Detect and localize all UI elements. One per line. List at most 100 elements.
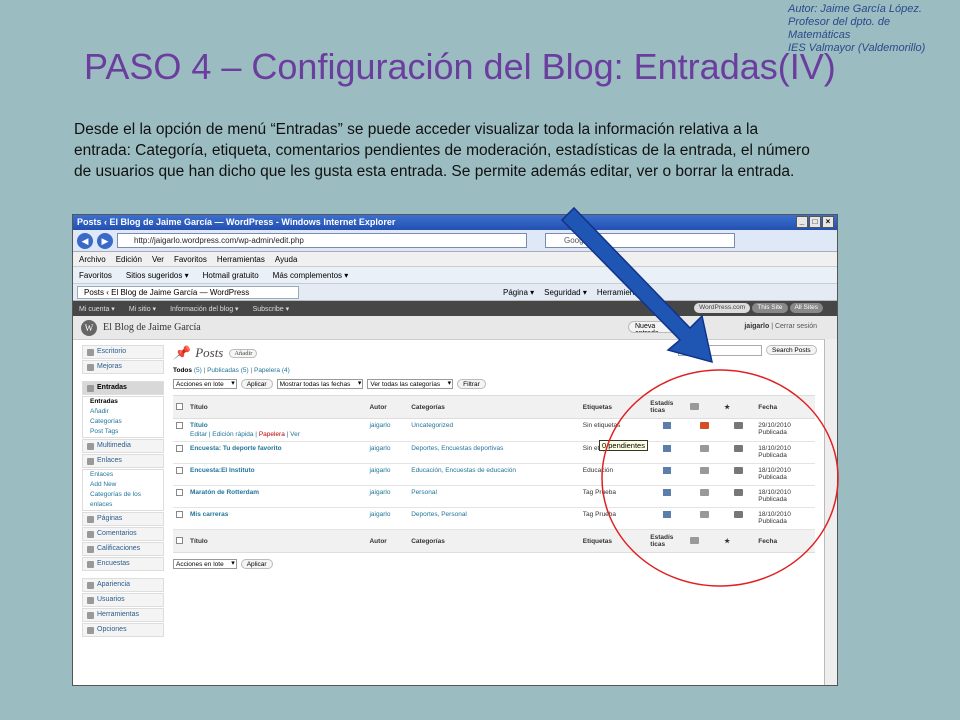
apply-button[interactable]: Aplicar bbox=[240, 559, 273, 569]
blog-name[interactable]: El Blog de Jaime García bbox=[103, 322, 201, 333]
sidebar-item-opciones[interactable]: Opciones bbox=[82, 623, 164, 637]
likes-count-icon[interactable] bbox=[733, 445, 743, 452]
adminbar-this-site[interactable]: This Site bbox=[752, 303, 788, 313]
back-icon[interactable]: ◀ bbox=[77, 232, 93, 249]
submenu-item[interactable]: Post Tags bbox=[90, 427, 163, 437]
row-checkbox[interactable] bbox=[176, 489, 183, 496]
filter-button[interactable]: Filtrar bbox=[457, 379, 486, 389]
maximize-icon[interactable]: □ bbox=[809, 216, 821, 228]
fav-item[interactable]: Favoritos bbox=[79, 267, 112, 283]
sidebar-item-calificaciones[interactable]: Calificaciones bbox=[82, 542, 164, 556]
filter-all[interactable]: Todos bbox=[173, 367, 192, 374]
row-checkbox[interactable] bbox=[176, 511, 183, 518]
row-checkbox[interactable] bbox=[176, 467, 183, 474]
stats-icon[interactable] bbox=[663, 511, 672, 518]
sidebar-item-usuarios[interactable]: Usuarios bbox=[82, 593, 164, 607]
submenu-item[interactable]: Categorías bbox=[90, 417, 163, 427]
sidebar-item-paginas[interactable]: Páginas bbox=[82, 512, 164, 526]
tab-posts[interactable]: Posts ‹ El Blog de Jaime García — WordPr… bbox=[77, 285, 299, 299]
adminbar-item[interactable]: Información del blog ▾ bbox=[170, 305, 239, 313]
menu-item[interactable]: Archivo bbox=[79, 252, 106, 266]
search-input[interactable]: Google bbox=[545, 233, 735, 248]
bulk-action-select[interactable]: Acciones en lote bbox=[173, 559, 237, 569]
search-posts-button[interactable]: Search Posts bbox=[766, 345, 817, 355]
col-title[interactable]: Título bbox=[187, 395, 367, 419]
sidebar-item-mejoras[interactable]: Mejoras bbox=[82, 360, 164, 374]
sidebar-item-apariencia[interactable]: Apariencia bbox=[82, 578, 164, 592]
toolbar-security[interactable]: Seguridad ▾ bbox=[544, 284, 587, 301]
stats-icon[interactable] bbox=[663, 422, 672, 429]
post-categories[interactable]: Deportes, Encuestas deportivas bbox=[408, 441, 580, 464]
new-entry-button[interactable]: Nueva entrada bbox=[628, 321, 678, 333]
sidebar-item-comentarios[interactable]: Comentarios bbox=[82, 527, 164, 541]
comment-count-icon[interactable] bbox=[699, 422, 709, 429]
sidebar-item-enlaces[interactable]: Enlaces bbox=[82, 454, 164, 468]
likes-count-icon[interactable] bbox=[733, 489, 743, 496]
logout-link[interactable]: Cerrar sesión bbox=[775, 323, 817, 330]
submenu-item[interactable]: Categorías de los enlaces bbox=[90, 490, 163, 510]
post-author[interactable]: jaigarlo bbox=[366, 463, 409, 486]
post-author[interactable]: jaigarlo bbox=[366, 418, 409, 442]
add-post-button[interactable]: Añadir bbox=[229, 348, 258, 358]
comment-count-icon[interactable] bbox=[699, 467, 709, 474]
menu-item[interactable]: Edición bbox=[116, 252, 142, 266]
post-categories[interactable]: Educación, Encuestas de educación bbox=[408, 463, 580, 486]
fav-item[interactable]: Más complementos ▾ bbox=[273, 267, 349, 283]
col-title[interactable]: Título bbox=[187, 529, 367, 553]
menu-item[interactable]: Ayuda bbox=[275, 252, 298, 266]
post-author[interactable]: jaigarlo bbox=[366, 485, 409, 508]
menu-item[interactable]: Herramientas bbox=[217, 252, 265, 266]
adminbar-item[interactable]: Mi sitio ▾ bbox=[129, 305, 156, 313]
post-author[interactable]: jaigarlo bbox=[366, 507, 409, 530]
col-date[interactable]: Fecha bbox=[755, 395, 815, 419]
adminbar-all-sites[interactable]: All Sites bbox=[789, 303, 823, 313]
sidebar-item-multimedia[interactable]: Multimedia bbox=[82, 439, 164, 453]
post-categories[interactable]: Deportes, Personal bbox=[408, 507, 580, 530]
scrollbar[interactable] bbox=[824, 339, 837, 685]
view-link[interactable]: Ver bbox=[290, 431, 300, 438]
select-all-checkbox[interactable] bbox=[176, 536, 183, 544]
toolbar-page[interactable]: Página ▾ bbox=[503, 284, 534, 301]
post-title-link[interactable]: Mis carreras bbox=[190, 511, 228, 518]
fav-item[interactable]: Hotmail gratuito bbox=[203, 267, 259, 283]
comment-count-icon[interactable] bbox=[699, 445, 709, 452]
submenu-item[interactable]: Entradas bbox=[90, 397, 163, 407]
categories-select[interactable]: Ver todas las categorías bbox=[367, 379, 454, 389]
menu-item[interactable]: Ver bbox=[152, 252, 164, 266]
post-author[interactable]: jaigarlo bbox=[366, 441, 409, 464]
likes-count-icon[interactable] bbox=[733, 467, 743, 474]
select-all-checkbox[interactable] bbox=[176, 402, 183, 410]
row-checkbox[interactable] bbox=[176, 422, 183, 429]
comment-count-icon[interactable] bbox=[699, 511, 709, 518]
edit-link[interactable]: Editar bbox=[190, 431, 207, 438]
stats-icon[interactable] bbox=[663, 489, 672, 496]
col-date[interactable]: Fecha bbox=[755, 529, 815, 553]
bulk-action-select[interactable]: Acciones en lote bbox=[173, 379, 237, 389]
post-title-link[interactable]: Título bbox=[190, 422, 208, 429]
stats-icon[interactable] bbox=[663, 445, 672, 452]
row-checkbox[interactable] bbox=[176, 445, 183, 452]
fav-item[interactable]: Sitios sugeridos ▾ bbox=[126, 267, 189, 283]
quick-edit-link[interactable]: Edición rápida bbox=[212, 431, 253, 438]
likes-count-icon[interactable] bbox=[733, 511, 743, 518]
likes-count-icon[interactable] bbox=[733, 422, 743, 429]
stats-icon[interactable] bbox=[663, 467, 672, 474]
apply-button[interactable]: Aplicar bbox=[240, 379, 273, 389]
close-icon[interactable]: × bbox=[822, 216, 834, 228]
forward-icon[interactable]: ▶ bbox=[97, 232, 113, 249]
submenu-item[interactable]: Add New bbox=[90, 480, 163, 490]
filter-trash[interactable]: Papelera bbox=[254, 367, 280, 374]
adminbar-item[interactable]: Mi cuenta ▾ bbox=[79, 305, 115, 313]
search-posts-input[interactable] bbox=[678, 345, 762, 356]
post-title-link[interactable]: Encuesta:El Instituto bbox=[190, 467, 255, 474]
minimize-icon[interactable]: _ bbox=[796, 216, 808, 228]
post-title-link[interactable]: Encuesta: Tu deporte favorito bbox=[190, 445, 282, 452]
filter-published[interactable]: Publicadas bbox=[207, 367, 239, 374]
sidebar-item-encuestas[interactable]: Encuestas bbox=[82, 557, 164, 571]
menu-item[interactable]: Favoritos bbox=[174, 252, 207, 266]
adminbar-search[interactable]: WordPress.com bbox=[694, 303, 751, 313]
url-input[interactable]: http://jaigarlo.wordpress.com/wp-admin/e… bbox=[117, 233, 527, 248]
trash-link[interactable]: Papelera bbox=[259, 431, 285, 438]
dates-select[interactable]: Mostrar todas las fechas bbox=[276, 379, 364, 389]
post-categories[interactable]: Uncategorized bbox=[408, 418, 580, 442]
